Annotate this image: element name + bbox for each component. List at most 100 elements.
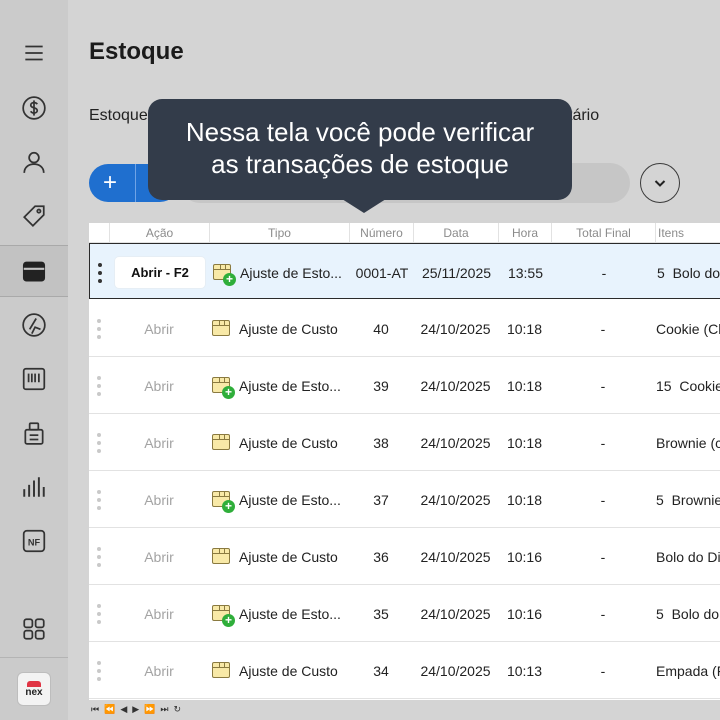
numero-cell: 39 [373,377,389,394]
sidebar-item-pedidos[interactable] [0,411,68,455]
prev-block-button[interactable]: ⏪ [104,704,115,716]
acao-cell: Abrir [109,357,209,414]
tab-estoque[interactable]: Estoque [89,107,148,125]
table-row[interactable]: Abrir - F2 + Ajuste de Esto... 0001-AT 25/11… [89,243,720,299]
last-page-button[interactable]: ⏭ [160,704,168,716]
numero-cell: 35 [373,605,389,622]
column-header-itens[interactable]: Itens [655,223,720,243]
open-button[interactable]: Abrir [144,321,174,337]
table-row[interactable]: Abrir + Ajuste de Esto... 35 24/10/2025 10:16… [89,585,720,642]
tipo-label: Ajuste de Custo [239,434,338,451]
numero-cell: 38 [373,434,389,451]
nex-logo[interactable]: nex [17,672,51,706]
itens-cell: Empada (F [656,662,720,679]
open-button[interactable]: Abrir [144,606,174,622]
tag-icon [23,205,45,227]
column-header-total-final[interactable]: Total Final [551,223,655,243]
table-row[interactable]: Abrir + Ajuste de Esto... 37 24/10/2025 10:18… [89,471,720,528]
cost-adjust-icon [211,546,233,568]
stock-adjust-icon: + [211,489,235,513]
transactions-table: Ação Tipo Número Data Hora Total Final I… [89,223,720,700]
menu-button[interactable] [0,31,68,75]
stock-adjust-icon: + [211,603,235,627]
open-button[interactable]: Abrir [144,492,174,508]
next-page-button[interactable]: ▶ [132,704,139,716]
tipo-label: Ajuste de Custo [239,662,338,679]
tipo-label: Ajuste de Custo [239,548,338,565]
row-menu-icon[interactable] [93,319,105,339]
open-button[interactable]: Abrir [144,435,174,451]
ingredients-icon [22,313,46,337]
itens-cell: Brownie (c [656,434,720,451]
menu-icon [25,45,43,61]
sidebar-item-estoque[interactable] [0,245,68,297]
plus-badge-icon: + [223,272,236,286]
plus-badge-icon: + [222,499,235,513]
column-header-hora[interactable]: Hora [498,223,551,243]
chevron-down-icon [654,180,666,187]
sidebar-item-financeiro[interactable] [0,86,68,130]
row-menu-icon[interactable] [93,433,105,453]
hora-cell: 10:18 [506,320,543,337]
tipo-cell: + Ajuste de Esto... [211,471,351,528]
column-header-tipo[interactable]: Tipo [209,223,349,243]
itens-cell: 5 Bolo do [657,264,720,281]
acao-cell: Abrir [109,471,209,528]
tab-inventario[interactable]: tário [568,107,599,125]
tipo-cell: Ajuste de Custo [211,414,351,471]
open-button[interactable]: Abrir - F2 [115,257,205,288]
tooltip-line-2: as transações de estoque [211,149,509,179]
open-button[interactable]: Abrir [144,663,174,679]
sidebar-item-produtos[interactable] [0,194,68,238]
column-header-numero[interactable]: Número [349,223,413,243]
column-header-acao[interactable]: Ação [109,223,209,243]
table-row[interactable]: Abrir + Ajuste de Esto... 39 24/10/2025 10:18… [89,357,720,414]
sidebar-item-codigos[interactable] [0,357,68,401]
sidebar-item-nf[interactable]: NF [0,519,68,563]
total-cell: - [600,491,606,508]
prev-page-button[interactable]: ◀ [120,704,127,716]
tipo-label: Ajuste de Esto... [239,605,341,622]
cost-adjust-icon [211,660,233,682]
stock-adjust-icon: + [212,262,236,286]
acao-cell: Abrir [109,642,209,699]
numero-cell: 40 [373,320,389,337]
sidebar-item-apps[interactable] [0,607,68,651]
first-page-button[interactable]: ⏮ [91,704,99,716]
total-cell: - [600,434,606,451]
tipo-label: Ajuste de Esto... [239,491,341,508]
sidebar-item-clientes[interactable] [0,140,68,184]
table-row[interactable]: Abrir Ajuste de Custo 34 24/10/2025 10:13 - Em… [89,642,720,699]
table-row[interactable]: Abrir Ajuste de Custo 40 24/10/2025 10:18 - Co… [89,300,720,357]
row-menu-icon[interactable] [93,604,105,624]
open-button[interactable]: Abrir [144,549,174,565]
expand-filters-button[interactable] [640,163,680,203]
tipo-cell: Ajuste de Custo [211,642,351,699]
row-menu-icon[interactable] [93,661,105,681]
table-row[interactable]: Abrir Ajuste de Custo 36 24/10/2025 10:16 - Bo… [89,528,720,585]
itens-cell: 15 Cookie [656,377,720,394]
sidebar-item-insumos[interactable] [0,303,68,347]
row-menu-icon[interactable] [93,490,105,510]
row-menu-icon[interactable] [93,547,105,567]
row-menu-icon[interactable] [94,263,106,283]
data-cell: 24/10/2025 [420,548,491,565]
tipo-cell: Ajuste de Custo [211,528,351,585]
hora-cell: 10:16 [506,548,543,565]
bar-chart-icon [23,477,45,497]
next-block-button[interactable]: ⏩ [144,704,155,716]
data-cell: 25/11/2025 [421,264,492,281]
box-icon [22,261,46,282]
acao-cell: Abrir [109,585,209,642]
pagination-controls: ⏮ ⏪ ◀ ▶ ⏩ ⏭ ↻ [91,704,181,716]
column-header-data[interactable]: Data [413,223,498,243]
data-cell: 24/10/2025 [420,377,491,394]
open-button[interactable]: Abrir [144,378,174,394]
table-row[interactable]: Abrir Ajuste de Custo 38 24/10/2025 10:18 - Br… [89,414,720,471]
refresh-button[interactable]: ↻ [174,704,182,716]
row-menu-icon[interactable] [93,376,105,396]
table-header: Ação Tipo Número Data Hora Total Final I… [89,223,720,243]
hora-cell: 10:18 [506,377,543,394]
numero-cell: 0001-AT [355,264,409,281]
sidebar-item-relatorios[interactable] [0,465,68,509]
